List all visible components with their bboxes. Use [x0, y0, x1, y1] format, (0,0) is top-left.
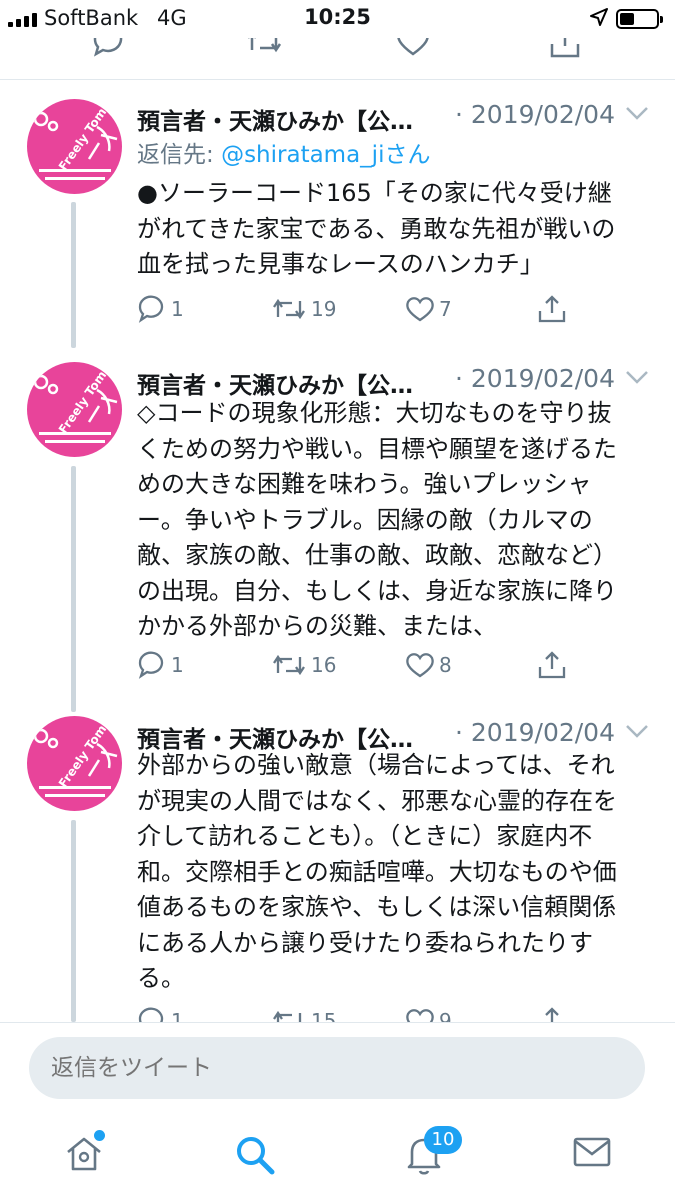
reply-icon	[138, 651, 164, 679]
share-icon	[538, 651, 566, 679]
retweet-count: 16	[311, 653, 337, 677]
retweet-button[interactable]: 15	[271, 1004, 336, 1022]
freely-tomorrow-logo: Freely Tomorrow	[27, 716, 122, 811]
tweet-header: 預言者・天瀬ひみか【公… · 2019/02/04	[137, 98, 657, 136]
tweet[interactable]: Freely Tomorrow 預言者・天瀬ひみか【公… · 2019/02/0…	[0, 362, 675, 712]
reply-count: 1	[171, 653, 184, 677]
tweet-date[interactable]: · 2019/02/04	[455, 718, 615, 747]
tweet-header: 預言者・天瀬ひみか【公… · 2019/02/04	[137, 716, 657, 753]
like-count: 7	[439, 297, 452, 321]
reply-input[interactable]	[29, 1037, 645, 1099]
retweet-icon	[273, 298, 305, 320]
like-count: 9	[439, 1009, 452, 1022]
previous-tweet-actions	[0, 38, 675, 80]
tweet-text: 外部からの強い敵意（場合によっては、それ が現実の人間ではなく、邪悪な心霊的存在…	[137, 751, 617, 992]
messages-envelope-icon[interactable]	[572, 1134, 612, 1170]
retweet-icon	[273, 1010, 302, 1022]
reply-compose-bar	[0, 1022, 675, 1110]
thread-line	[71, 820, 76, 1022]
tweet-actions: 1 15 9	[137, 1004, 577, 1022]
status-time: 10:25	[304, 5, 371, 29]
reply-count: 1	[171, 297, 184, 321]
tweet-date[interactable]: · 2019/02/04	[455, 100, 615, 129]
battery-icon	[616, 9, 663, 29]
retweet-icon	[273, 654, 305, 676]
freely-tomorrow-logo: Freely Tomorrow	[27, 99, 122, 194]
share-button[interactable]	[537, 1004, 567, 1022]
like-count: 8	[439, 653, 452, 677]
tab-bar: 10	[0, 1112, 675, 1200]
retweet-count: 15	[311, 1009, 337, 1022]
tweet-header: 預言者・天瀬ひみか【公… · 2019/02/04	[137, 362, 657, 400]
chevron-down-icon[interactable]	[625, 370, 649, 384]
like-button[interactable]: 9	[405, 1004, 452, 1022]
tweet[interactable]: Freely Tomorrow 預言者・天瀬ひみか【公… · 2019/02/0…	[0, 98, 675, 348]
thread-line	[71, 466, 76, 712]
retweet-button[interactable]: 19	[271, 292, 336, 326]
notifications-badge: 10	[424, 1126, 462, 1154]
thread-line	[71, 202, 76, 348]
share-button[interactable]	[537, 292, 567, 326]
like-icon	[406, 653, 434, 678]
share-icon	[545, 1007, 559, 1022]
tweet-date[interactable]: · 2019/02/04	[455, 364, 615, 393]
reply-button[interactable]: 1	[137, 1004, 184, 1022]
avatar[interactable]: Freely Tomorrow	[27, 99, 122, 194]
reply-button[interactable]: 1	[137, 292, 184, 326]
chevron-down-icon[interactable]	[625, 106, 649, 120]
retweet-icon[interactable]	[244, 38, 284, 58]
tweet-actions: 1 19 7	[137, 292, 577, 326]
freely-tomorrow-logo: Freely Tomorrow	[27, 362, 122, 457]
share-icon[interactable]	[548, 38, 582, 60]
share-button[interactable]	[537, 648, 567, 682]
retweet-button[interactable]: 16	[271, 648, 336, 682]
chevron-down-icon[interactable]	[625, 724, 649, 738]
new-content-dot	[94, 1130, 105, 1141]
like-button[interactable]: 7	[405, 292, 452, 326]
tweet-text: ●ソーラーコード165「その家に代々受け継 がれてきた家宝である、勇敢な先祖が戦…	[137, 179, 616, 278]
author-name[interactable]: 預言者・天瀬ひみか【公…	[137, 102, 442, 136]
tweet-text: ◇コードの現象化形態：大切なものを守り抜 くための努力や戦い。目標や願望を遂げる…	[137, 399, 617, 640]
tweet-actions: 1 16 8	[137, 648, 577, 682]
reply-icon[interactable]	[91, 38, 125, 58]
reply-count: 1	[171, 1009, 184, 1022]
share-icon	[538, 295, 566, 323]
reply-to-suffix[interactable]: さん	[384, 142, 430, 168]
reply-button[interactable]: 1	[137, 648, 184, 682]
reply-icon	[138, 295, 164, 323]
author-name[interactable]: 預言者・天瀬ひみか【公…	[137, 366, 442, 400]
like-icon	[406, 1009, 434, 1022]
like-button[interactable]: 8	[405, 648, 452, 682]
reply-icon	[138, 1007, 164, 1022]
location-arrow-icon	[590, 8, 608, 26]
like-icon	[406, 297, 434, 322]
retweet-count: 19	[311, 297, 337, 321]
tweet[interactable]: Freely Tomorrow 預言者・天瀬ひみか【公… · 2019/02/0…	[0, 716, 675, 1022]
reply-to-prefix: 返信先:	[137, 142, 222, 168]
like-icon[interactable]	[395, 38, 431, 58]
search-icon[interactable]	[234, 1134, 276, 1176]
avatar[interactable]: Freely Tomorrow	[27, 716, 122, 811]
reply-to-handle[interactable]: @shiratama_ji	[221, 142, 384, 168]
reply-to: 返信先: @shiratama_jiさん	[137, 135, 430, 169]
status-bar: SoftBank 4G 10:25	[0, 0, 675, 38]
avatar[interactable]: Freely Tomorrow	[27, 362, 122, 457]
